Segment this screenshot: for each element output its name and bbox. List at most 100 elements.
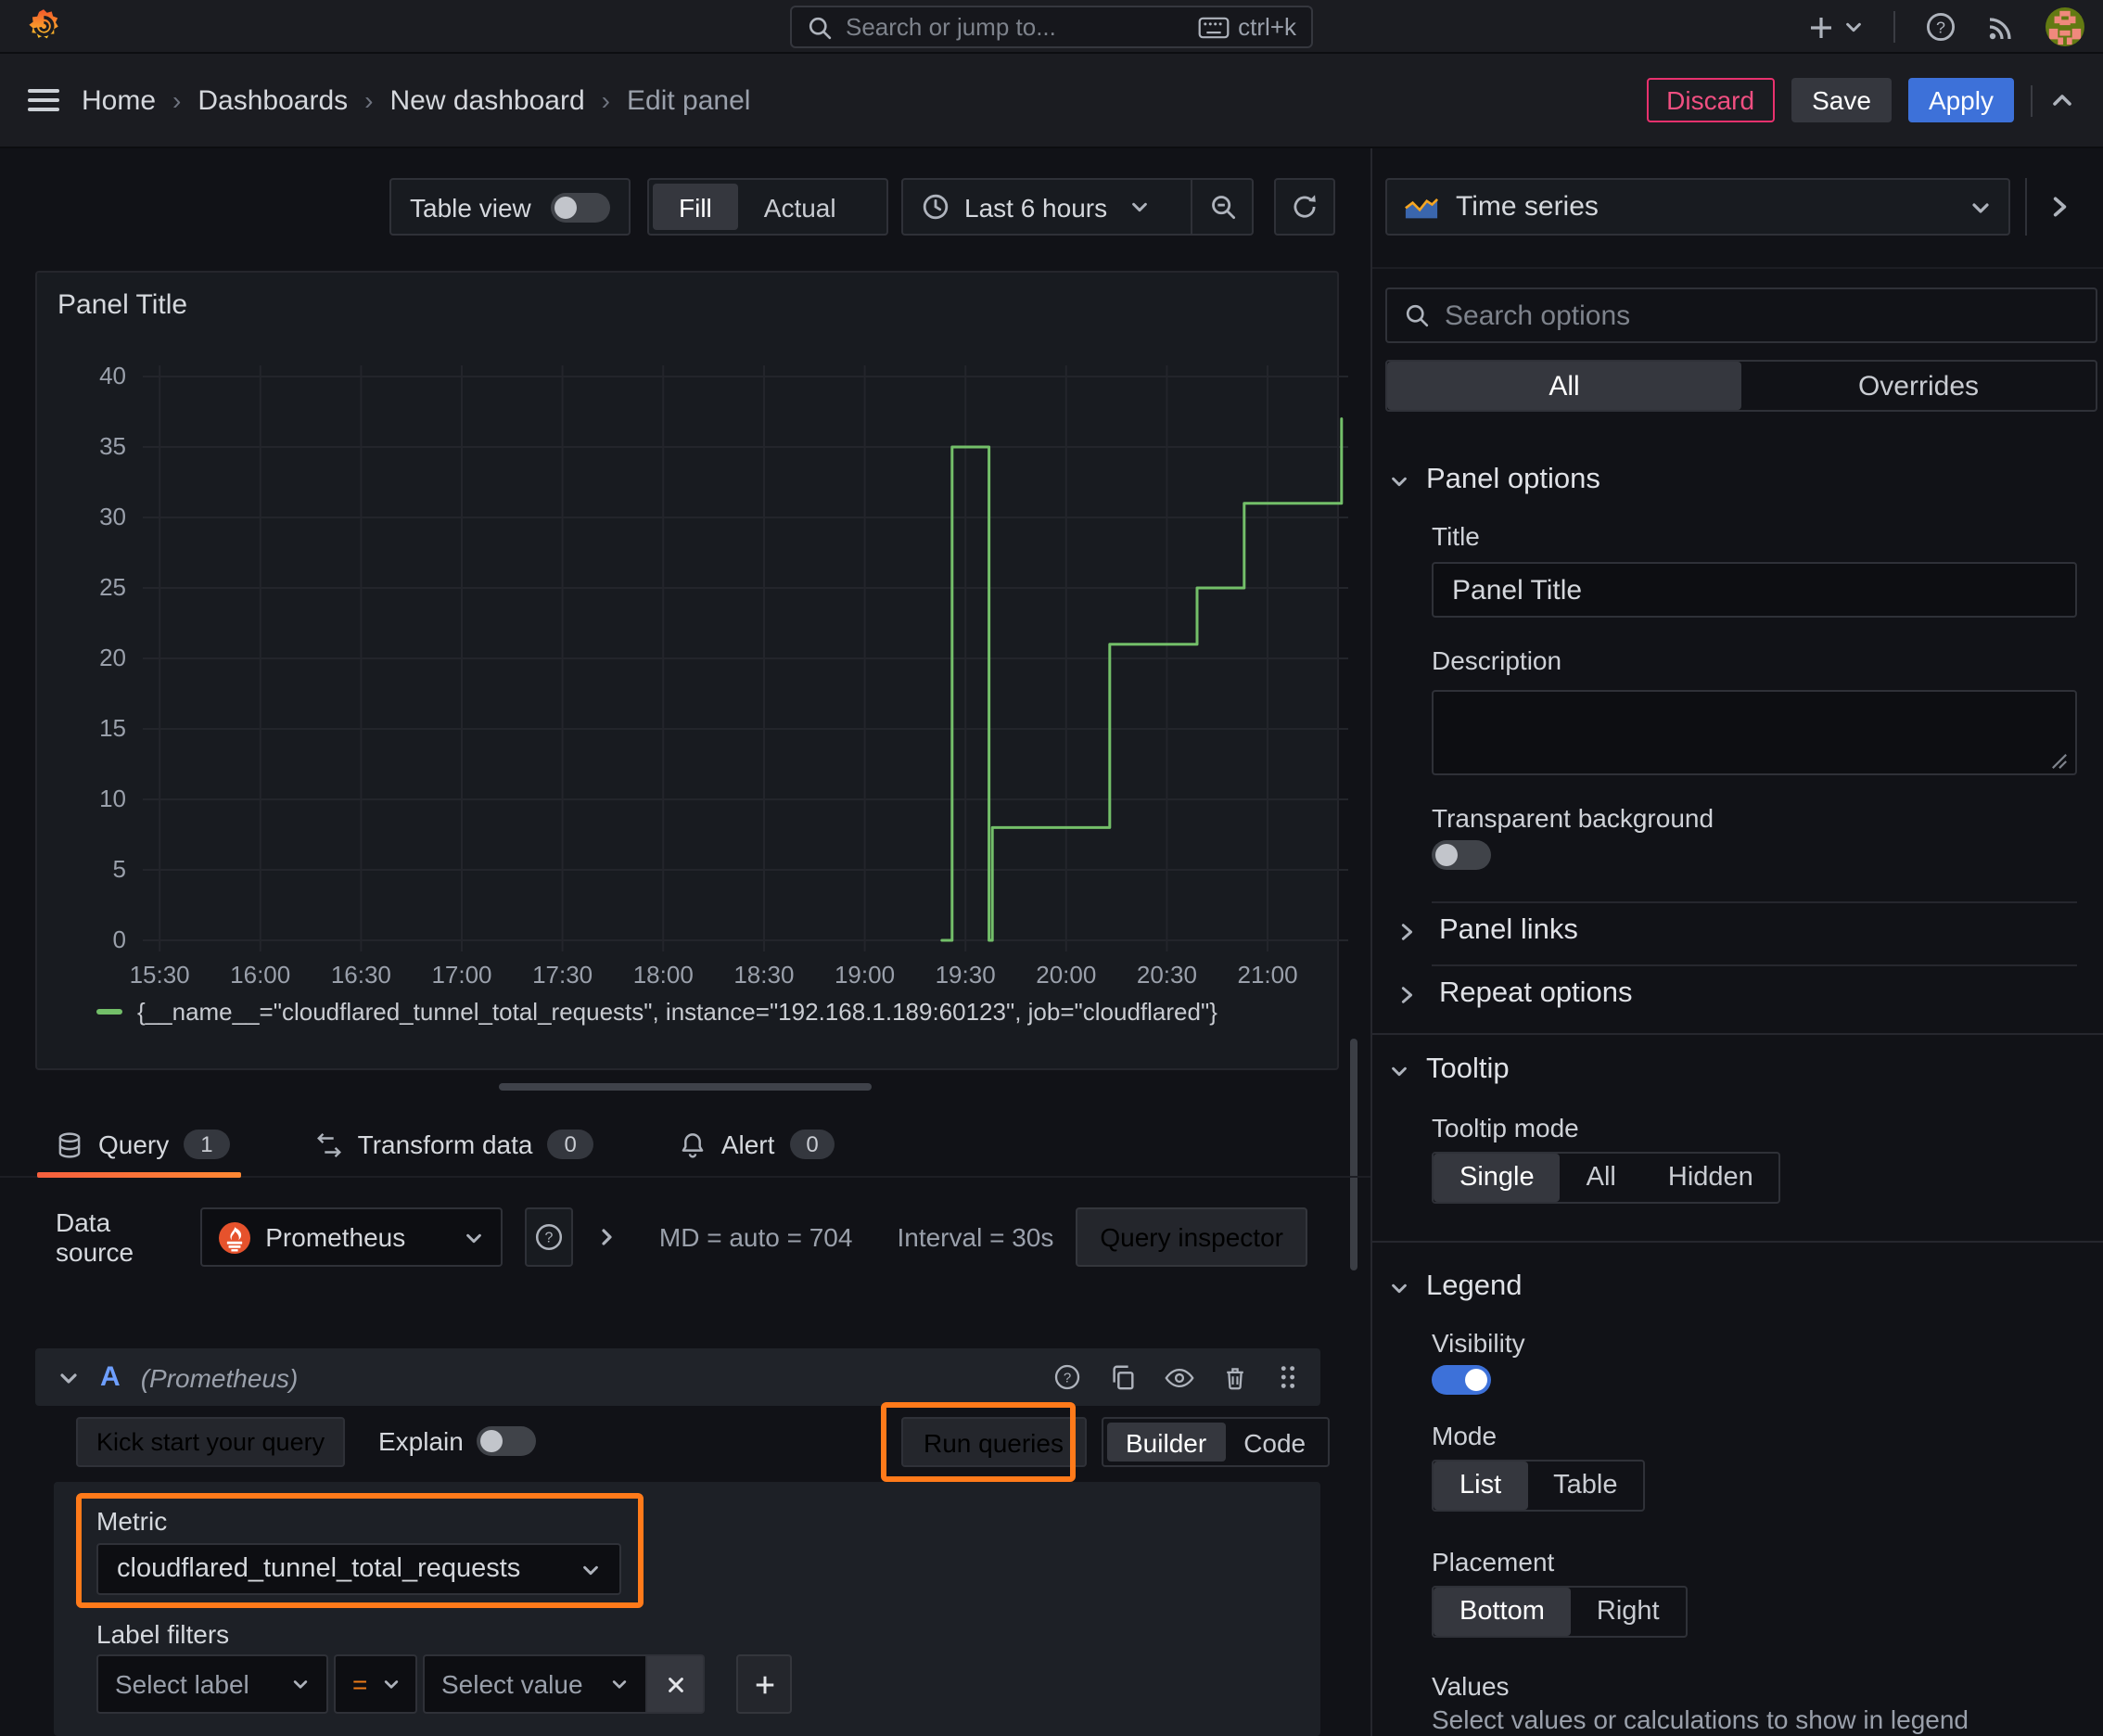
transform-icon: [315, 1130, 343, 1158]
duplicate-query-icon[interactable]: [1109, 1363, 1137, 1391]
section-repeat-options[interactable]: Repeat options: [1396, 977, 1633, 1011]
tab-query[interactable]: Query 1: [37, 1112, 241, 1177]
panel-resize-handle[interactable]: [499, 1083, 872, 1091]
panel-title-input[interactable]: [1432, 562, 2077, 618]
options-search[interactable]: [1385, 287, 2097, 343]
delete-query-trash-icon[interactable]: [1222, 1364, 1248, 1390]
legend-mode-table[interactable]: Table: [1527, 1462, 1643, 1510]
svg-text:?: ?: [1936, 18, 1945, 36]
select-label-dropdown[interactable]: Select label: [96, 1654, 328, 1714]
user-avatar[interactable]: [2046, 7, 2084, 46]
breadcrumb-new-dashboard[interactable]: New dashboard: [390, 84, 585, 116]
datasource-help-button[interactable]: ?: [524, 1207, 574, 1267]
tab-alert[interactable]: Alert 0: [679, 1112, 835, 1177]
legend-mode-list[interactable]: List: [1434, 1462, 1528, 1510]
chevron-down-icon: [1969, 196, 1992, 218]
pane-divider: [1372, 267, 2103, 269]
code-option[interactable]: Code: [1225, 1423, 1324, 1462]
news-rss-button[interactable]: [1986, 12, 2016, 42]
chevron-down-icon: [291, 1675, 310, 1693]
table-view-label: Table view: [410, 192, 531, 222]
clock-icon: [922, 193, 950, 221]
builder-option[interactable]: Builder: [1107, 1423, 1226, 1462]
keyboard-icon: [1197, 16, 1229, 38]
explain-toggle[interactable]: [477, 1426, 536, 1456]
table-view-toggle[interactable]: [551, 192, 610, 222]
actions-divider: [2031, 84, 2033, 116]
breadcrumb: Home › Dashboards › New dashboard › Edit…: [82, 84, 750, 116]
fill-option[interactable]: Fill: [653, 184, 738, 230]
metric-select[interactable]: cloudflared_tunnel_total_requests: [96, 1543, 621, 1595]
datasource-picker[interactable]: Prometheus: [200, 1207, 503, 1267]
remove-filter-button[interactable]: [647, 1654, 705, 1714]
zoom-out-button[interactable]: [1191, 180, 1252, 234]
breadcrumb-home[interactable]: Home: [82, 84, 156, 116]
tab-all-options[interactable]: All: [1387, 362, 1741, 410]
panel-links-title: Panel links: [1439, 914, 1578, 946]
query-inspector-button[interactable]: Query inspector: [1076, 1207, 1307, 1267]
datasource-bar: Data source Prometheus ? MD = auto = 704…: [0, 1207, 1370, 1267]
section-panel-options[interactable]: Panel options: [1389, 464, 1600, 497]
breadcrumb-dashboards[interactable]: Dashboards: [198, 84, 348, 116]
interval-stat: Interval = 30s: [897, 1222, 1054, 1252]
series-legend[interactable]: {__name__="cloudflared_tunnel_total_requ…: [96, 998, 1217, 1026]
apply-button[interactable]: Apply: [1907, 78, 2014, 122]
refresh-button[interactable]: [1274, 178, 1335, 236]
top-nav: ctrl+k ?: [0, 0, 2103, 54]
max-data-points-stat: MD = auto = 704: [658, 1222, 853, 1252]
collapse-header-button[interactable]: [2049, 87, 2075, 113]
query-actions-row: Kick start your query Explain Run querie…: [76, 1402, 1331, 1482]
collapse-query-chevron[interactable]: [57, 1366, 80, 1388]
legend-visibility-toggle[interactable]: [1432, 1365, 1491, 1395]
section-tooltip[interactable]: Tooltip: [1389, 1053, 1510, 1087]
tab-query-count: 1: [184, 1130, 230, 1159]
help-button[interactable]: ?: [1925, 11, 1956, 43]
tooltip-mode-hidden[interactable]: Hidden: [1642, 1154, 1779, 1202]
section-legend[interactable]: Legend: [1389, 1270, 1522, 1304]
menu-toggle-button[interactable]: [28, 89, 59, 111]
query-editor-body: Metric cloudflared_tunnel_total_requests…: [54, 1482, 1320, 1736]
svg-text:?: ?: [1064, 1370, 1071, 1385]
select-value-dropdown[interactable]: Select value: [423, 1654, 647, 1714]
legend-placement-label: Placement: [1432, 1547, 1555, 1576]
new-menu-button[interactable]: [1806, 12, 1864, 42]
grafana-logo-icon[interactable]: [24, 7, 63, 46]
hide-query-eye-icon[interactable]: [1165, 1366, 1194, 1388]
tooltip-mode-single[interactable]: Single: [1434, 1154, 1561, 1202]
panel-description-textarea[interactable]: [1432, 690, 2077, 775]
label-filters-label: Label filters: [96, 1619, 230, 1649]
options-search-input[interactable]: [1445, 300, 2079, 331]
legend-placement-right[interactable]: Right: [1571, 1588, 1686, 1636]
global-search-input[interactable]: [846, 13, 1185, 41]
run-queries-button[interactable]: Run queries: [901, 1417, 1086, 1467]
chevron-down-icon: [1129, 197, 1150, 217]
add-filter-button[interactable]: [736, 1654, 792, 1714]
actual-option[interactable]: Actual: [738, 184, 862, 230]
time-range-picker[interactable]: Last 6 hours: [903, 192, 1191, 222]
transparent-background-label: Transparent background: [1432, 803, 1714, 833]
time-range-label: Last 6 hours: [964, 192, 1108, 222]
panel-options-pane: Time series All Overrides Panel options …: [1370, 148, 2103, 1736]
time-series-plot[interactable]: [143, 365, 1348, 951]
collapse-pane-button[interactable]: [2025, 178, 2092, 236]
tooltip-mode-all[interactable]: All: [1561, 1154, 1642, 1202]
tab-alert-count: 0: [789, 1130, 835, 1159]
drag-handle-grip-icon[interactable]: [1276, 1363, 1298, 1391]
legend-placement-bottom[interactable]: Bottom: [1434, 1588, 1571, 1636]
global-search[interactable]: ctrl+k: [790, 6, 1313, 48]
save-button[interactable]: Save: [1791, 78, 1892, 122]
tab-overrides[interactable]: Overrides: [1741, 362, 2096, 410]
section-divider: [1372, 1033, 2103, 1035]
discard-button[interactable]: Discard: [1646, 78, 1776, 122]
query-help-icon[interactable]: ?: [1053, 1363, 1081, 1391]
query-row-header[interactable]: A (Prometheus) ?: [35, 1348, 1320, 1406]
time-range-control: Last 6 hours: [901, 178, 1254, 236]
visualization-picker[interactable]: Time series: [1385, 178, 2010, 236]
transparent-background-toggle[interactable]: [1432, 840, 1491, 870]
breadcrumb-bar: Home › Dashboards › New dashboard › Edit…: [0, 54, 2103, 148]
expand-options-chevron[interactable]: [596, 1226, 618, 1248]
kick-start-query-button[interactable]: Kick start your query: [76, 1417, 346, 1467]
operator-dropdown[interactable]: =: [334, 1654, 417, 1714]
section-panel-links[interactable]: Panel links: [1396, 914, 1578, 948]
tab-transform-data[interactable]: Transform data 0: [315, 1112, 593, 1177]
